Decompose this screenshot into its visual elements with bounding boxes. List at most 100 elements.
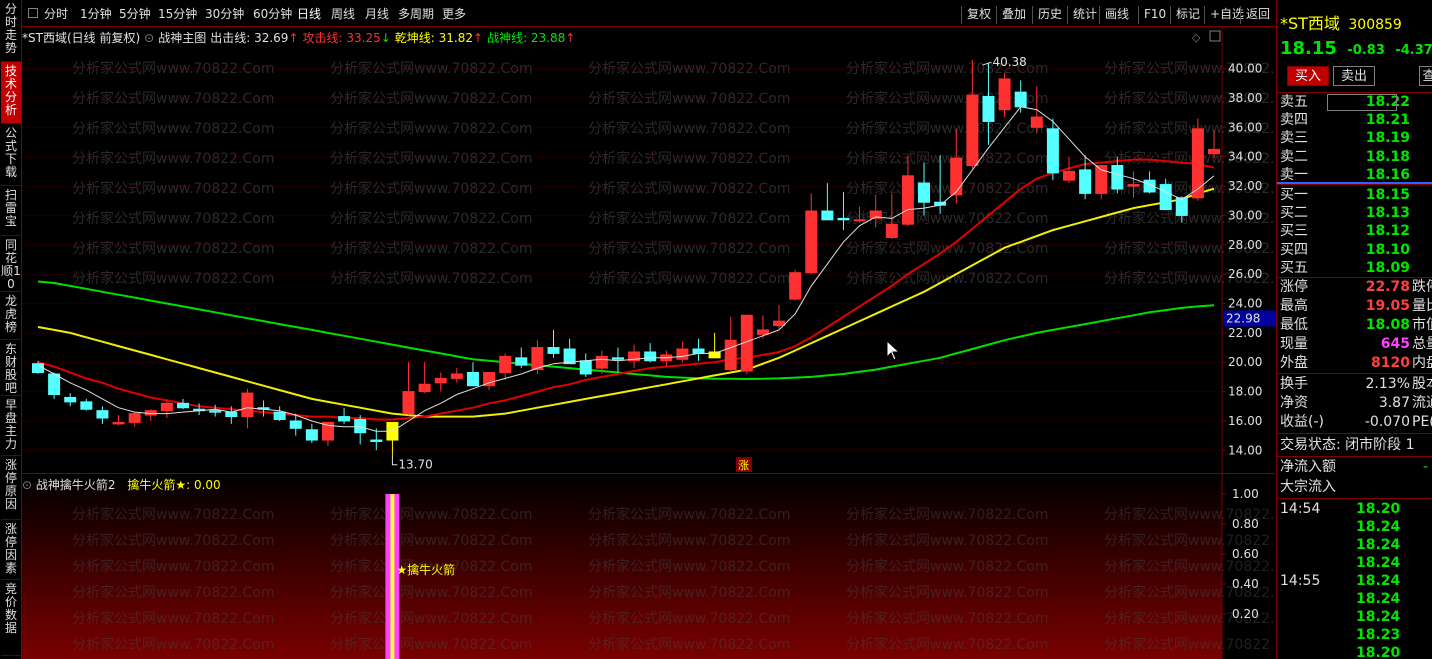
divider bbox=[1277, 498, 1432, 499]
watermark: 分析家公式网www.70822.Com bbox=[330, 636, 532, 653]
watermark: 分析家公式网www.70822.Com bbox=[330, 532, 532, 549]
candle-body bbox=[96, 410, 109, 419]
period-tab-1[interactable]: 1分钟 bbox=[80, 6, 112, 22]
candle-body bbox=[1175, 197, 1188, 216]
toolbar-button-1[interactable]: 叠加 bbox=[996, 6, 1031, 24]
period-tab-8[interactable]: 月线 bbox=[365, 6, 389, 22]
sidebar-tab-5[interactable]: 龙虎榜 bbox=[1, 292, 21, 340]
y-tick-label: 0.80 bbox=[1232, 517, 1259, 531]
stat-value: 2.13% bbox=[1365, 376, 1410, 392]
indicator-chart[interactable]: 分析家公式网www.70822.Com 分析家公式网www.70822.Com 分析… bbox=[22, 474, 1275, 659]
candle-body bbox=[402, 391, 415, 415]
tick-price: 18.20 bbox=[1356, 501, 1401, 517]
bid-row: 买二 18.13 bbox=[1280, 204, 1430, 223]
divider bbox=[1277, 433, 1432, 434]
stat-extra: 内盘 bbox=[1412, 355, 1432, 371]
sidebar-tab-9[interactable]: 涨停因素 bbox=[1, 520, 21, 580]
watermark: 分析家公式网www.70822.Com bbox=[588, 150, 790, 167]
quote-panel: *ST西域 300859 18.15 -0.83 -4.37% 买入 卖出 查 … bbox=[1276, 0, 1432, 659]
candle-body bbox=[370, 439, 383, 443]
tick-price: 18.24 bbox=[1356, 573, 1401, 589]
price-change-pct: -4.37% bbox=[1395, 43, 1432, 58]
watermark: 分析家公式网www.70822.Com bbox=[330, 120, 532, 137]
candle-body bbox=[595, 355, 608, 369]
period-tab-0[interactable]: 分时 bbox=[44, 6, 68, 22]
signal-label: ★擒牛火箭 bbox=[396, 562, 455, 577]
stat-label: 涨停 bbox=[1280, 279, 1308, 295]
toolbar-button-2[interactable]: 历史 bbox=[1032, 6, 1067, 24]
sidebar-tab-0[interactable]: 分时走势 bbox=[1, 0, 21, 62]
toolbar-grip-icon bbox=[28, 8, 38, 18]
buy-button[interactable]: 买入 bbox=[1287, 66, 1329, 86]
candle-body bbox=[128, 413, 141, 423]
candle-body bbox=[676, 348, 689, 360]
divider bbox=[1277, 456, 1432, 457]
sidebar-tab-2[interactable]: 公式下载 bbox=[1, 124, 21, 186]
sidebar-tab-8[interactable]: 涨停原因 bbox=[1, 456, 21, 520]
sidebar-tab-1[interactable]: 技术分析 bbox=[1, 62, 21, 124]
indicator-toggle-icon[interactable]: ⊙ bbox=[22, 478, 32, 492]
watermark: 分析家公式网www.70822.Com bbox=[72, 240, 274, 257]
ask-label: 卖二 bbox=[1280, 148, 1308, 165]
sidebar-tab-10[interactable]: 竞价数据 bbox=[1, 580, 21, 656]
candle-body bbox=[1014, 91, 1027, 108]
toolbar-button-3[interactable]: 统计 bbox=[1067, 6, 1102, 24]
y-tick-label: 36.00 bbox=[1228, 120, 1262, 134]
query-button[interactable]: 查 bbox=[1419, 66, 1432, 86]
tick-price: 18.24 bbox=[1356, 537, 1401, 553]
period-tab-4[interactable]: 30分钟 bbox=[205, 6, 244, 22]
price-line: 18.15 -0.83 -4.37% bbox=[1280, 38, 1432, 59]
y-tick-label: 30.00 bbox=[1228, 208, 1262, 222]
tick-row: 18.24 bbox=[1280, 518, 1430, 536]
watermark: 分析家公式网www.70822.Com bbox=[72, 60, 274, 77]
toolbar-button-0[interactable]: 复权 bbox=[961, 6, 996, 24]
main-chart-area[interactable]: *ST西域(日线 前复权) ⊙ 战神主图 出击线: 32.69↑ 攻击线: 33.25↓… bbox=[22, 27, 1275, 473]
ask-label: 卖四 bbox=[1280, 112, 1308, 129]
sidebar-tab-7[interactable]: 早盘主力 bbox=[1, 396, 21, 456]
stock-header: *ST西域 300859 bbox=[1280, 10, 1402, 34]
bid-price: 18.10 bbox=[1365, 241, 1410, 258]
toolbar-button-8[interactable]: 返回 bbox=[1240, 6, 1275, 24]
period-tab-9[interactable]: 多周期 bbox=[398, 6, 434, 22]
candle-body bbox=[579, 360, 592, 375]
indicator-name[interactable]: 战神擒牛火箭2 bbox=[36, 478, 116, 492]
collapse-icon: ◇ bbox=[1192, 31, 1201, 44]
period-tab-3[interactable]: 15分钟 bbox=[158, 6, 197, 22]
toolbar-button-4[interactable]: 画线 bbox=[1099, 6, 1134, 24]
period-tab-5[interactable]: 60分钟 bbox=[253, 6, 292, 22]
big-inflow-row: 大宗流入 bbox=[1280, 479, 1336, 495]
candle-body bbox=[756, 329, 769, 335]
period-tab-6[interactable]: 日线 bbox=[297, 6, 321, 22]
low-price-label: 13.70 bbox=[398, 458, 432, 472]
bid-row: 买五 18.09 bbox=[1280, 259, 1430, 278]
period-tab-7[interactable]: 周线 bbox=[331, 6, 355, 22]
candle-body bbox=[241, 392, 254, 418]
watermark: 分析家公式网www.70822.Com bbox=[588, 584, 790, 601]
sidebar-tab-4[interactable]: 同花顺10 bbox=[1, 236, 21, 292]
rise-marker: 涨 bbox=[738, 459, 749, 472]
sell-button[interactable]: 卖出 bbox=[1333, 66, 1375, 86]
candle-body bbox=[64, 396, 77, 403]
tick-row: 14:54 18.20 bbox=[1280, 500, 1430, 518]
period-tab-2[interactable]: 5分钟 bbox=[119, 6, 151, 22]
candle-body bbox=[305, 429, 318, 441]
indicator-panel[interactable]: 分析家公式网www.70822.Com 分析家公式网www.70822.Com 分析… bbox=[22, 473, 1275, 659]
sidebar-tab-6[interactable]: 东财股吧 bbox=[1, 340, 21, 396]
watermark: 分析家公式网www.70822.Com bbox=[588, 610, 790, 627]
candlestick-chart[interactable]: 分析家公式网www.70822.Com 分析家公式网www.70822.Com 分析… bbox=[22, 27, 1275, 473]
toolbar-button-5[interactable]: F10 bbox=[1138, 6, 1171, 24]
candle-body bbox=[48, 373, 61, 396]
sidebar-tab-3[interactable]: 扫雷宝 bbox=[1, 186, 21, 236]
bid-label: 买五 bbox=[1280, 259, 1308, 276]
period-tab-10[interactable]: 更多 bbox=[442, 6, 466, 22]
toolbar-button-6[interactable]: 标记 bbox=[1170, 6, 1205, 24]
candle-body bbox=[982, 96, 995, 122]
stat-label: 换手 bbox=[1280, 376, 1308, 392]
candle-body bbox=[418, 383, 431, 393]
candle-body bbox=[80, 401, 93, 410]
tick-row: 18.24 bbox=[1280, 608, 1430, 626]
period-toolbar: 分时 1分钟 5分钟 15分钟 30分钟 60分钟 日线 周线 月线 多周期 更多 复权 叠加 历史 统计画… bbox=[22, 0, 1275, 27]
candle-body bbox=[32, 363, 44, 374]
watermark: 分析家公式网www.70822.Com bbox=[846, 610, 1048, 627]
bid-price: 18.09 bbox=[1365, 259, 1410, 276]
